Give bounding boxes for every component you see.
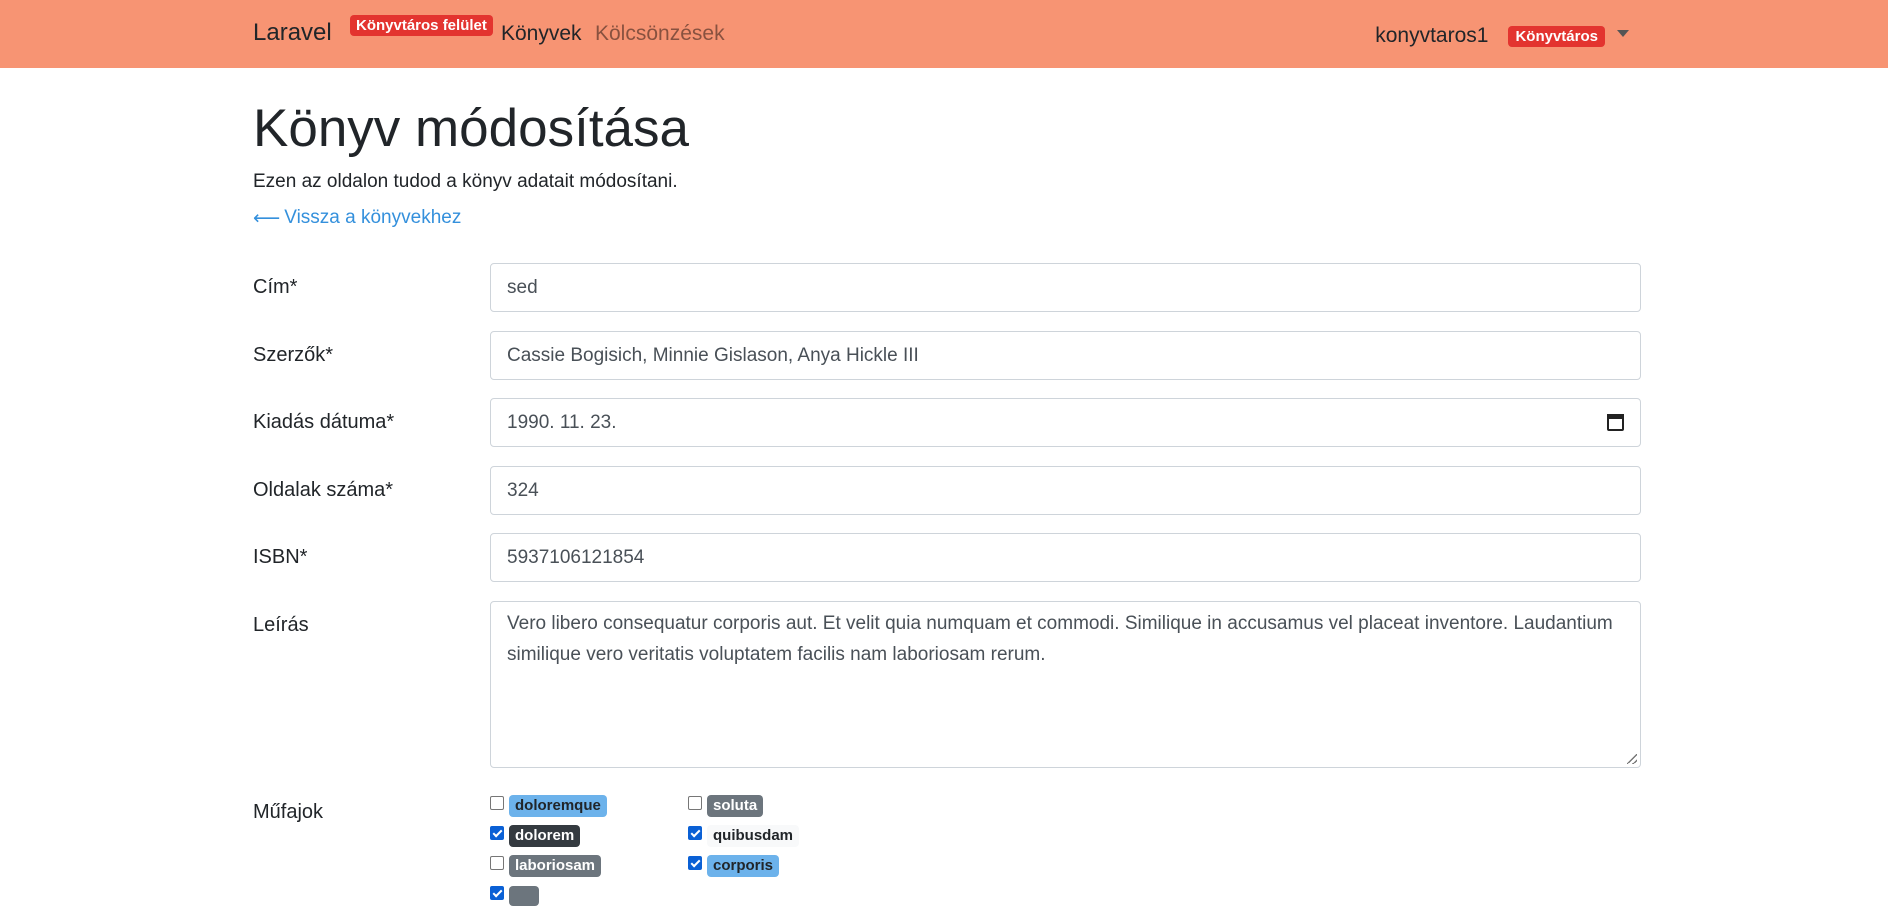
title-label: Cím* [253, 276, 298, 298]
brand-link[interactable]: Laravel [253, 19, 332, 47]
genre-checkbox[interactable] [688, 826, 702, 840]
description-textarea[interactable]: Vero libero consequatur corporis aut. Et… [490, 601, 1641, 768]
genre-checkbox[interactable] [490, 826, 504, 840]
back-link-label: Vissza a könyvekhez [284, 207, 462, 228]
genre-badge: doloremque [509, 794, 607, 818]
description-textarea-value: Vero libero consequatur corporis aut. Et… [507, 613, 1613, 665]
genre-checkbox[interactable] [490, 886, 504, 900]
description-label: Leírás [253, 614, 309, 636]
calendar-icon[interactable] [1607, 414, 1624, 431]
pages-input-value: 324 [507, 479, 539, 501]
long-arrow-left-icon: ⟵ [253, 207, 281, 229]
username: konyvtaros1 [1375, 24, 1489, 47]
navbar-container: Laravel Könyvtáros felület Könyvek Kölcs… [253, 0, 1635, 68]
isbn-label: ISBN* [253, 546, 308, 568]
pages-input[interactable]: 324 [490, 466, 1641, 515]
release-date-input-value: 1990. 11. 23. [507, 411, 617, 433]
genre-checkbox[interactable] [688, 796, 702, 810]
interface-badge: Könyvtáros felület [350, 15, 493, 36]
genre-item[interactable]: doloremque [490, 794, 607, 818]
genre-badge: quibusdam [707, 824, 800, 848]
genre-badge: dolorem [509, 824, 581, 848]
back-to-books-link[interactable]: ⟵ Vissza a könyvekhez [253, 207, 461, 229]
nav-link-loans[interactable]: Kölcsönzések [595, 22, 725, 46]
navbar: Laravel Könyvtáros felület Könyvek Kölcs… [0, 0, 1888, 68]
pages-label: Oldalak száma* [253, 479, 394, 501]
genre-item[interactable]: quibusdam [688, 824, 800, 848]
genre-item[interactable]: laboriosam [490, 854, 602, 878]
isbn-input[interactable]: 5937106121854 [490, 533, 1641, 582]
genres-label: Műfajok [253, 801, 324, 823]
isbn-input-value: 5937106121854 [507, 546, 645, 568]
genre-checkbox[interactable] [688, 856, 702, 870]
genre-item[interactable]: dolorem [490, 824, 581, 848]
genre-badge [509, 886, 539, 906]
caret-down-icon [1617, 29, 1629, 37]
genre-badge: soluta [707, 794, 764, 818]
page-description: Ezen az oldalon tudod a könyv adatait mó… [253, 171, 678, 192]
nav-link-books[interactable]: Könyvek [501, 22, 582, 46]
release-date-input[interactable]: 1990. 11. 23. [490, 398, 1641, 447]
genre-checkbox[interactable] [490, 796, 504, 810]
authors-input-value: Cassie Bogisich, Minnie Gislason, Anya H… [507, 344, 919, 366]
genre-checkbox[interactable] [490, 856, 504, 870]
release-date-label: Kiadás dátuma* [253, 411, 395, 433]
user-dropdown-toggle[interactable]: konyvtaros1 Könyvtáros [1375, 22, 1629, 50]
authors-label: Szerzők* [253, 344, 334, 366]
title-input[interactable]: sed [490, 263, 1641, 312]
genre-item[interactable]: corporis [688, 854, 780, 878]
genre-item[interactable]: soluta [688, 794, 764, 818]
authors-input[interactable]: Cassie Bogisich, Minnie Gislason, Anya H… [490, 331, 1641, 380]
genre-badge: laboriosam [509, 854, 602, 878]
resize-handle-icon[interactable] [1627, 754, 1637, 764]
genre-badge: corporis [707, 854, 780, 878]
genre-item[interactable] [490, 884, 539, 908]
page-title: Könyv módosítása [253, 99, 690, 158]
title-input-value: sed [507, 276, 538, 298]
role-badge: Könyvtáros [1508, 25, 1605, 47]
